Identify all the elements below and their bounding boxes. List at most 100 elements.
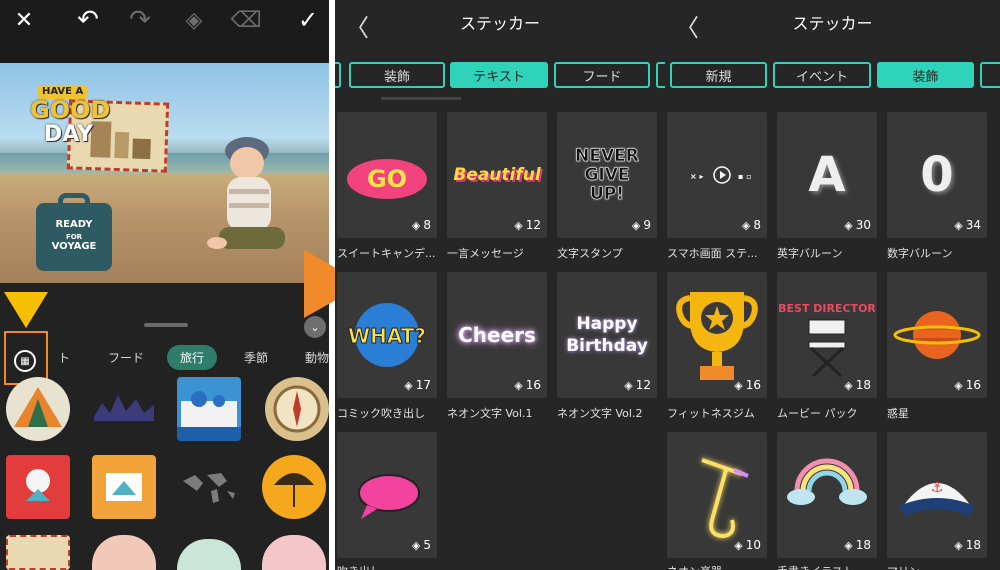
voyage-suitcase-sticker[interactable]: READY FOR VOYAGE — [36, 203, 112, 271]
layers-icon: ◈ — [624, 378, 633, 392]
sticker-pack-card[interactable]: NEVER GIVE UP! ◈ 9 — [557, 112, 657, 238]
sticker-thumb[interactable] — [6, 377, 70, 441]
sticker-pack-card[interactable]: WHAT? ◈ 17 — [337, 272, 437, 398]
pack-count-value: 9 — [643, 218, 651, 232]
sticker-thumb[interactable] — [92, 455, 156, 519]
page-title: ステッカー — [459, 14, 540, 33]
pack-count-value: 8 — [423, 218, 431, 232]
category-item[interactable]: 季節 — [244, 349, 268, 366]
pack-count-value: 18 — [965, 538, 981, 552]
good-day-line3: DAY — [44, 122, 94, 147]
redo-icon[interactable]: ↷ — [126, 5, 154, 35]
pack-count-value: 8 — [753, 218, 761, 232]
layers-icon: ◈ — [741, 218, 751, 232]
sticker-pack-card[interactable]: 0 ◈ 34 — [887, 112, 987, 238]
pack-label: 惑星 — [887, 407, 909, 420]
sticker-pack-card[interactable]: ⚓ ◈ 18 — [887, 432, 987, 558]
drawer-handle[interactable] — [144, 323, 188, 327]
sticker-pack-card[interactable]: A ◈ 30 — [777, 112, 877, 238]
layers-icon: ◈ — [411, 538, 421, 552]
pack-label: ネオン楽器 — [667, 563, 771, 570]
close-icon[interactable]: ✕ — [10, 6, 38, 34]
sticker-pack-card[interactable]: ◈ 16 — [667, 272, 767, 398]
tab-partial-right[interactable] — [980, 62, 1000, 88]
sticker-pack-card[interactable]: ◈ 10 — [667, 432, 767, 558]
sticker-pack-card[interactable]: × ▸ ▪ ▫ ◈ 8 — [667, 112, 767, 238]
sticker-text-panel: ステッカー 〈 装飾 テキスト フード GO ◈ 8 Beautiful ◈ 12 … — [335, 0, 665, 570]
sticker-pack-card[interactable]: ◈ 16 — [887, 272, 987, 398]
pack-label: 英字バルーン — [777, 247, 843, 260]
beach-umbrella-icon — [274, 473, 314, 507]
layers-icon: ◈ — [734, 378, 743, 392]
pack-label: 吹き出し — [337, 563, 441, 570]
sticker-thumb[interactable] — [92, 377, 156, 441]
sticker-deco-panel: ステッカー 〈 新規 イベント 装飾 × ▸ ▪ ▫ ◈ 8 A ◈ 30 0 ◈ 34… — [665, 0, 1000, 570]
eraser-icon[interactable]: ⌫ — [230, 6, 261, 34]
svg-text:▪ ▫: ▪ ▫ — [738, 172, 752, 181]
sticker-thumb[interactable] — [6, 535, 70, 570]
scroll-indicator — [381, 97, 461, 100]
pack-label: 文字スタンプ — [557, 247, 623, 260]
sticker-pack-card[interactable]: Beautiful ◈ 12 — [447, 112, 547, 238]
pack-count: ◈ 5 — [412, 538, 431, 552]
category-item[interactable]: ト — [58, 349, 70, 366]
done-check-icon[interactable]: ✓ — [294, 6, 322, 34]
layers-icon: ◈ — [954, 538, 963, 552]
sticker-thumb[interactable] — [92, 535, 156, 570]
tab-deco[interactable]: 装飾 — [349, 62, 445, 88]
chevron-down-icon[interactable]: ⌄ — [304, 316, 326, 338]
category-tabs: 新規 イベント 装飾 — [665, 60, 1000, 90]
tab-partial-left[interactable] — [335, 62, 341, 88]
compass-icon — [273, 385, 321, 433]
category-tabs: 装飾 テキスト フード — [335, 60, 665, 90]
pack-label: 手書きイラスト — [777, 563, 881, 570]
pack-count: ◈ 10 — [734, 538, 761, 552]
layers-icon[interactable]: ◈ — [180, 6, 208, 34]
sticker-thumb[interactable] — [6, 455, 70, 519]
sticker-thumb[interactable] — [177, 377, 241, 441]
layers-icon: ◈ — [734, 538, 743, 552]
sticker-thumb[interactable] — [265, 377, 329, 441]
sticker-thumb[interactable] — [262, 535, 326, 570]
sticker-thumb[interactable] — [262, 455, 326, 519]
pack-count: ◈ 9 — [632, 218, 651, 232]
tab-food[interactable]: フード — [554, 62, 650, 88]
tab-text-active[interactable]: テキスト — [450, 62, 548, 88]
sticker-pack-card[interactable]: GO ◈ 8 — [337, 112, 437, 238]
back-chevron-icon[interactable]: 〈 — [675, 8, 699, 43]
category-item[interactable]: 動物 — [305, 349, 329, 366]
photo-canvas[interactable]: HAVE A GOOD DAY READY FOR VOYAGE — [0, 63, 329, 283]
camping-tent-icon — [14, 387, 62, 427]
baby-photo-subject — [207, 137, 285, 249]
sticker-pack-card[interactable]: Happy Birthday ◈ 12 — [557, 272, 657, 398]
layers-icon: ◈ — [411, 218, 421, 232]
good-day-line2: GOOD — [30, 96, 111, 124]
tab-partial-right[interactable] — [656, 62, 665, 88]
pack-count-value: 12 — [635, 378, 651, 392]
pack-label: ネオン文字 Vol.1 — [447, 407, 533, 420]
back-chevron-icon[interactable]: 〈 — [345, 8, 369, 43]
svg-text:⚓: ⚓ — [931, 480, 944, 496]
layers-icon: ◈ — [404, 378, 413, 392]
pack-count: ◈ 16 — [954, 378, 981, 392]
category-item-active[interactable]: 旅行 — [167, 345, 218, 370]
svg-text:× ▸: × ▸ — [690, 172, 704, 181]
pack-art-text: WHAT? — [348, 324, 426, 348]
sticker-store-icon[interactable]: ▦ — [14, 350, 36, 372]
tab-deco-active[interactable]: 装飾 — [877, 62, 974, 88]
sticker-pack-card[interactable]: Cheers ◈ 16 — [447, 272, 547, 398]
sticker-thumb[interactable] — [177, 539, 241, 570]
sticker-pack-card[interactable]: ◈ 18 — [777, 432, 877, 558]
sticker-pack-card[interactable]: BEST DIRECTOR ◈ 18 — [777, 272, 877, 398]
sticker-pack-card[interactable]: ◈ 5 — [337, 432, 437, 558]
tab-event[interactable]: イベント — [773, 62, 871, 88]
ready-line3: VOYAGE — [51, 241, 97, 252]
good-day-sticker[interactable]: HAVE A GOOD DAY — [30, 85, 130, 165]
pack-count: ◈ 30 — [844, 218, 871, 232]
tab-new[interactable]: 新規 — [670, 62, 767, 88]
undo-icon[interactable]: ↶ — [74, 5, 102, 35]
category-item[interactable]: フード — [108, 349, 144, 366]
pack-count-value: 12 — [525, 218, 541, 232]
pack-label: コミック吹き出し — [337, 407, 425, 420]
sticker-thumb[interactable] — [177, 455, 241, 519]
